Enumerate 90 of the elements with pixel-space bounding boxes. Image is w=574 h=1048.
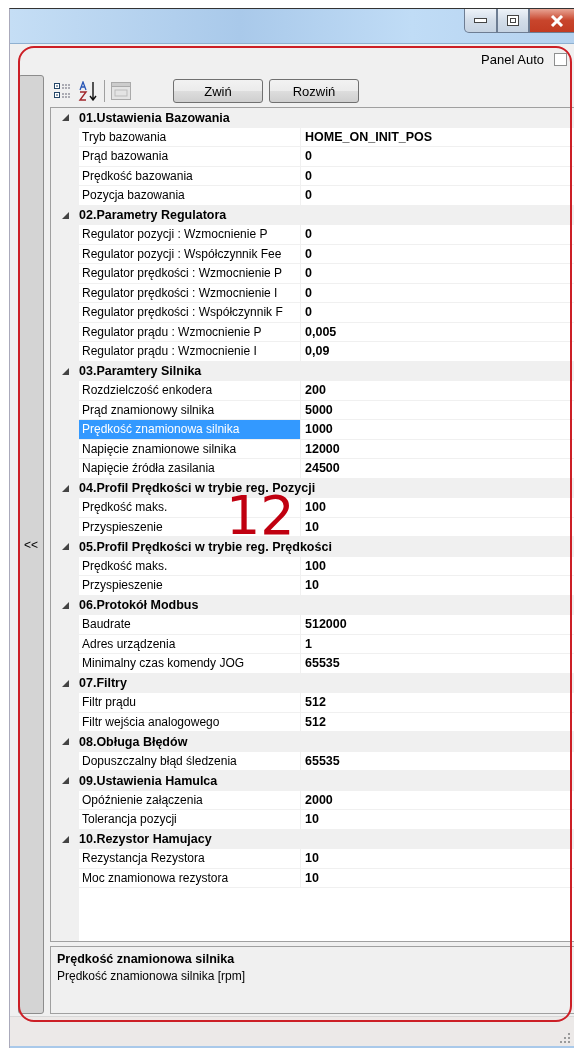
property-value[interactable]: 100	[301, 556, 574, 576]
property-name[interactable]: Regulator pozycji : Współczynnik Fee	[79, 244, 301, 264]
categorized-view-icon[interactable]	[54, 82, 72, 100]
maximize-icon	[507, 15, 519, 26]
property-name[interactable]: Napięcie znamionowe silnika	[79, 439, 301, 459]
collapse-panel-button[interactable]: <<	[22, 537, 40, 552]
property-name[interactable]: Regulator prądu : Wzmocnienie P	[79, 322, 301, 342]
category-title: 04.Profil Prędkości w trybie reg. Pozycji	[79, 481, 316, 496]
property-value[interactable]: 10	[301, 576, 574, 596]
property-name[interactable]: Prędkość bazowania	[79, 166, 301, 186]
property-name[interactable]: Przyspieszenie	[79, 576, 301, 596]
property-value[interactable]: 2000	[301, 790, 574, 810]
collapse-all-button[interactable]: Zwiń	[173, 79, 263, 103]
expand-triangle-icon[interactable]	[61, 543, 69, 551]
property-name[interactable]: Prędkość maks.	[79, 556, 301, 576]
property-value[interactable]: 0	[301, 303, 574, 323]
property-name[interactable]: Baudrate	[79, 615, 301, 635]
property-value[interactable]: 0	[301, 264, 574, 284]
category-title: 02.Parametry Regulatora	[79, 208, 227, 223]
alphabetical-sort-icon[interactable]	[78, 81, 98, 101]
panel-auto-label: Panel Auto	[481, 52, 544, 67]
minimize-button[interactable]	[464, 9, 497, 33]
minimize-icon	[474, 18, 487, 23]
property-name[interactable]: Minimalny czas komendy JOG	[79, 654, 301, 674]
description-title: Prędkość znamionowa silnika	[57, 952, 236, 966]
property-value[interactable]: 100	[301, 498, 574, 518]
category-title: 03.Paramtery Silnika	[79, 364, 202, 379]
expand-triangle-icon[interactable]	[61, 114, 69, 122]
property-value[interactable]: 0,09	[301, 342, 574, 362]
expand-triangle-icon[interactable]	[61, 367, 69, 375]
property-name[interactable]: Napięcie źródła zasilania	[79, 459, 301, 479]
property-value[interactable]: 65535	[301, 654, 574, 674]
category-title: 07.Filtry	[79, 676, 127, 691]
description-text: Prędkość znamionowa silnika [rpm]	[57, 969, 247, 983]
expand-all-button[interactable]: Rozwiń	[269, 79, 359, 103]
category-title: 08.Obługa Błędów	[79, 734, 188, 749]
property-value[interactable]: 0	[301, 225, 574, 245]
property-name[interactable]: Filtr prądu	[79, 693, 301, 713]
category-title: 06.Protokół Modbus	[79, 598, 199, 613]
property-name[interactable]: Moc znamionowa rezystora	[79, 868, 301, 888]
property-name[interactable]: Tryb bazowania	[79, 127, 301, 147]
property-value[interactable]: 1000	[301, 420, 574, 440]
expand-triangle-icon[interactable]	[61, 601, 69, 609]
property-value[interactable]: 512	[301, 693, 574, 713]
property-value[interactable]: 1	[301, 634, 574, 654]
expand-triangle-icon[interactable]	[61, 777, 69, 785]
property-value[interactable]: 0	[301, 244, 574, 264]
property-name[interactable]: Adres urządzenia	[79, 634, 301, 654]
property-value[interactable]: 24500	[301, 459, 574, 479]
property-value[interactable]: 512000	[301, 615, 574, 635]
maximize-button[interactable]	[497, 9, 529, 33]
property-value[interactable]: 0,005	[301, 322, 574, 342]
category-title: 10.Rezystor Hamujacy	[79, 832, 212, 847]
category-title: 05.Profil Prędkości w trybie reg. Prędkości	[79, 539, 332, 554]
property-value[interactable]: 0	[301, 147, 574, 167]
property-name[interactable]: Dopuszczalny błąd śledzenia	[79, 751, 301, 771]
property-value[interactable]: HOME_ON_INIT_POS	[301, 127, 574, 147]
property-value[interactable]: 5000	[301, 400, 574, 420]
property-name[interactable]: Prąd znamionowy silnika	[79, 400, 301, 420]
property-value[interactable]: 10	[301, 810, 574, 830]
property-name[interactable]: Regulator prędkości : Wzmocnienie P	[79, 264, 301, 284]
property-name[interactable]: Regulator prądu : Wzmocnienie I	[79, 342, 301, 362]
property-name[interactable]: Regulator pozycji : Wzmocnienie P	[79, 225, 301, 245]
close-button[interactable]	[529, 9, 574, 33]
expand-triangle-icon[interactable]	[61, 835, 69, 843]
property-value[interactable]: 0	[301, 283, 574, 303]
property-name[interactable]: Pozycja bazowania	[79, 186, 301, 206]
property-name[interactable]: Opóźnienie załączenia	[79, 790, 301, 810]
category-title: 01.Ustawienia Bazowania	[79, 110, 230, 125]
property-value[interactable]: 12000	[301, 439, 574, 459]
property-value[interactable]: 0	[301, 166, 574, 186]
property-name[interactable]: Regulator prędkości : Współczynnik F	[79, 303, 301, 323]
property-value[interactable]: 0	[301, 186, 574, 206]
expand-triangle-icon[interactable]	[61, 738, 69, 746]
property-name[interactable]: Filtr wejścia analogowego	[79, 712, 301, 732]
resize-grip-icon[interactable]	[559, 1032, 570, 1043]
category-title: 09.Ustawienia Hamulca	[79, 773, 218, 788]
expand-triangle-icon[interactable]	[61, 679, 69, 687]
panel-auto-checkbox[interactable]	[554, 53, 567, 66]
property-name[interactable]: Rozdzielczość enkodera	[79, 381, 301, 401]
property-value[interactable]: 200	[301, 381, 574, 401]
property-name[interactable]: Prąd bazowania	[79, 147, 301, 167]
expand-triangle-icon[interactable]	[61, 211, 69, 219]
property-value[interactable]: 10	[301, 849, 574, 869]
property-name[interactable]: Tolerancja pozycji	[79, 810, 301, 830]
property-name[interactable]: Regulator prędkości : Wzmocnienie I	[79, 283, 301, 303]
expand-triangle-icon[interactable]	[61, 484, 69, 492]
property-value[interactable]: 10	[301, 868, 574, 888]
property-name[interactable]: Rezystancja Rezystora	[79, 849, 301, 869]
close-icon	[549, 14, 564, 27]
